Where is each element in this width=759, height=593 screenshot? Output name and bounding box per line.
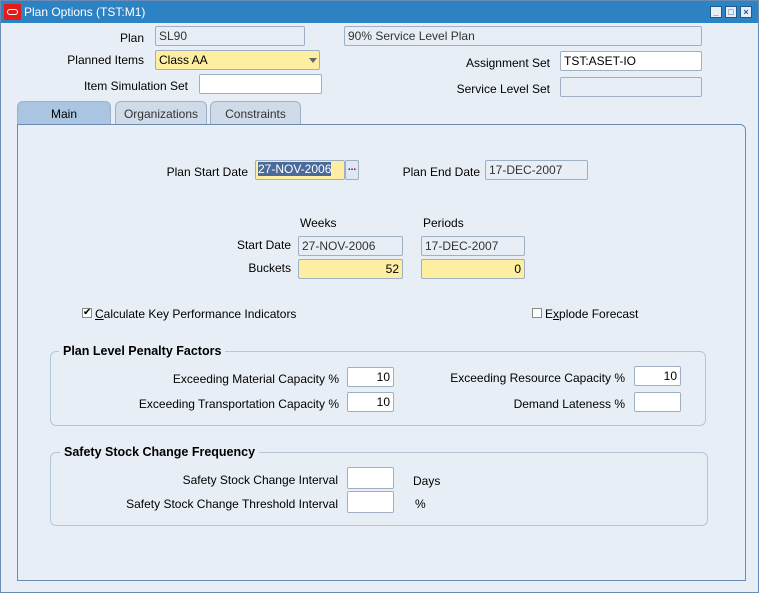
explode-forecast-text: plode Forecast xyxy=(559,307,639,321)
maximize-icon[interactable]: □ xyxy=(725,6,737,18)
plan-start-date-field[interactable]: 27-NOV-2006 xyxy=(255,160,345,180)
safety-stock-group xyxy=(50,452,708,526)
buckets-label: Buckets xyxy=(248,261,291,275)
periods-buckets-field[interactable]: 0 xyxy=(421,259,525,279)
item-simulation-set-field[interactable] xyxy=(199,74,322,94)
tab-organizations[interactable]: Organizations xyxy=(115,101,207,125)
explode-forecast-label[interactable]: Explode Forecast xyxy=(545,307,638,321)
plan-field[interactable]: SL90 xyxy=(155,26,305,46)
safety-stock-title: Safety Stock Change Frequency xyxy=(60,445,260,459)
penalty-factors-group xyxy=(50,351,706,426)
demand-lateness-field[interactable] xyxy=(634,392,681,412)
periods-header: Periods xyxy=(423,216,464,230)
explode-forecast-pre: E xyxy=(545,307,554,321)
planned-items-label: Planned Items xyxy=(67,53,144,67)
safety-interval-field[interactable] xyxy=(347,467,394,489)
transportation-capacity-field[interactable]: 10 xyxy=(347,392,394,412)
planned-items-select[interactable]: Class AA xyxy=(155,50,320,70)
minimize-icon[interactable]: _ xyxy=(710,6,722,18)
calculate-kpi-checkbox[interactable]: ✔ xyxy=(82,308,92,318)
safety-threshold-field[interactable] xyxy=(347,491,394,513)
service-level-set-label: Service Level Set xyxy=(456,82,550,96)
penalty-factors-title: Plan Level Penalty Factors xyxy=(59,344,226,358)
calculate-kpi-text: alculate Key Performance Indicators xyxy=(103,307,297,321)
plan-end-date-label: Plan End Date xyxy=(402,165,480,179)
material-capacity-label: Exceeding Material Capacity % xyxy=(172,372,339,386)
demand-lateness-label: Demand Lateness % xyxy=(513,397,625,411)
tab-constraints[interactable]: Constraints xyxy=(210,101,301,125)
oracle-logo-icon xyxy=(4,4,21,20)
periods-start-date-field[interactable]: 17-DEC-2007 xyxy=(421,236,525,256)
tab-main[interactable]: Main xyxy=(17,101,111,125)
weeks-start-date-field[interactable]: 27-NOV-2006 xyxy=(298,236,403,256)
chevron-down-icon[interactable] xyxy=(309,58,317,63)
planned-items-value: Class AA xyxy=(159,53,208,67)
plan-start-date-value: 27-NOV-2006 xyxy=(258,162,332,176)
calculate-kpi-label[interactable]: Calculate Key Performance Indicators xyxy=(95,307,296,321)
plan-start-date-label: Plan Start Date xyxy=(166,165,248,179)
weeks-buckets-field[interactable]: 52 xyxy=(298,259,403,279)
transportation-capacity-label: Exceeding Transportation Capacity % xyxy=(138,397,339,411)
safety-threshold-label: Safety Stock Change Threshold Interval xyxy=(126,497,338,511)
assignment-set-label: Assignment Set xyxy=(465,56,550,70)
calculate-kpi-accel: C xyxy=(95,307,104,321)
resource-capacity-field[interactable]: 10 xyxy=(634,366,681,386)
plan-options-window: Plan Options (TST:M1) _ □ × Plan SL90 90… xyxy=(0,0,759,593)
resource-capacity-label: Exceeding Resource Capacity % xyxy=(450,371,625,385)
plan-description-field[interactable]: 90% Service Level Plan xyxy=(344,26,702,46)
safety-threshold-unit: % xyxy=(415,497,426,511)
weeks-header: Weeks xyxy=(300,216,337,230)
date-picker-button[interactable]: ... xyxy=(345,160,359,180)
item-simulation-set-label: Item Simulation Set xyxy=(83,79,188,93)
plan-label: Plan xyxy=(119,31,144,45)
service-level-set-field[interactable] xyxy=(560,77,702,97)
assignment-set-field[interactable]: TST:ASET-IO xyxy=(560,51,702,71)
title-bar[interactable]: Plan Options (TST:M1) _ □ × xyxy=(1,1,758,23)
start-date-label: Start Date xyxy=(236,238,291,252)
material-capacity-field[interactable]: 10 xyxy=(347,367,394,387)
plan-end-date-field[interactable]: 17-DEC-2007 xyxy=(485,160,588,180)
close-icon[interactable]: × xyxy=(740,6,752,18)
safety-interval-unit: Days xyxy=(413,474,441,488)
safety-interval-label: Safety Stock Change Interval xyxy=(182,473,338,487)
explode-forecast-checkbox[interactable] xyxy=(532,308,542,318)
window-title: Plan Options (TST:M1) xyxy=(24,5,146,19)
